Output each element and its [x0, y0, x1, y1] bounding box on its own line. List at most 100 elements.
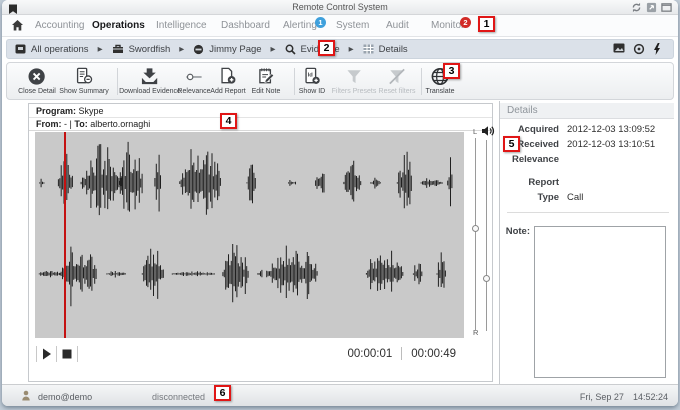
annotation-marker-5: 5 [503, 136, 520, 152]
breadcrumb-arrow-icon: ▶ [179, 45, 184, 53]
play-button[interactable] [41, 348, 53, 360]
breadcrumb-arrow-icon: ▶ [271, 45, 276, 53]
rcs-application: Remote Control System Accounting Operati… [0, 0, 680, 410]
show-summary-button[interactable]: Show Summary [59, 66, 108, 95]
details-header: Details [500, 103, 674, 119]
toolbar: Close Detail Show Summary Download Evide… [6, 62, 674, 100]
edit-note-button[interactable]: Edit Note [252, 66, 281, 95]
application-window: Remote Control System Accounting Operati… [2, 0, 678, 406]
reset-filters-button: Reset filters [379, 66, 416, 95]
time-separator [401, 347, 402, 360]
acquired-value: 2012-12-03 13:09:52 [567, 124, 655, 135]
volume-slider-track[interactable] [486, 140, 487, 331]
breadcrumb-arrow-icon: ▶ [98, 45, 103, 53]
status-date: Fri, Sep 27 [580, 392, 624, 402]
annotation-marker-1: 1 [478, 16, 495, 32]
report-label: Report [497, 177, 559, 188]
from-label: From: [36, 119, 62, 129]
edit-note-icon [255, 66, 276, 87]
annotation-marker-4: 4 [220, 113, 237, 129]
annotation-marker-6: 6 [214, 385, 231, 401]
slider-icon [183, 66, 204, 87]
funnel-icon [343, 66, 364, 87]
breadcrumb: All operations ▶ Swordfish ▶ Jimmy Page … [6, 39, 674, 59]
to-label: To: [74, 119, 87, 129]
window-icon[interactable] [661, 2, 672, 13]
channel-left-label: L [473, 127, 477, 136]
close-detail-button[interactable]: Close Detail [18, 66, 56, 95]
volume-slider-handle[interactable] [483, 275, 490, 282]
popout-icon[interactable] [646, 2, 657, 13]
home-icon[interactable] [11, 19, 24, 32]
time-current: 00:00:01 [347, 348, 392, 360]
window-title: Remote Control System [2, 2, 678, 12]
monitor-badge: 2 [460, 17, 471, 28]
relevance-slider-button[interactable]: Relevance [177, 66, 210, 95]
received-value: 2012-12-03 13:10:51 [567, 139, 655, 150]
breadcrumb-details[interactable]: Details [363, 44, 408, 55]
nav-dashboard[interactable]: Dashboard [221, 20, 270, 31]
nav-accounting[interactable]: Accounting [35, 20, 84, 31]
control-separator [36, 346, 37, 362]
nav-alerting[interactable]: Alerting [283, 20, 317, 31]
grid-icon [363, 44, 374, 54]
search-icon [285, 44, 296, 55]
funnel-reset-icon [387, 66, 408, 87]
details-rule [507, 212, 669, 213]
nav-operations[interactable]: Operations [92, 20, 145, 31]
time-total: 00:00:49 [411, 348, 456, 360]
to-value: alberto.ornaghi [90, 119, 150, 129]
show-id-button[interactable]: Id Show ID [299, 66, 325, 95]
program-label: Program: [36, 106, 76, 116]
breadcrumb-jimmy-page[interactable]: Jimmy Page [193, 44, 261, 55]
playhead[interactable] [64, 132, 66, 338]
download-icon [140, 66, 161, 87]
operation-case-icon [112, 44, 124, 54]
image-icon[interactable] [613, 43, 625, 55]
breadcrumb-swordfish[interactable]: Swordfish [112, 44, 171, 55]
alerting-badge: 1 [315, 17, 326, 28]
close-circle-icon [27, 66, 48, 87]
add-report-button[interactable]: Add Report [210, 66, 245, 95]
type-label: Type [497, 192, 559, 203]
nav-audit[interactable]: Audit [386, 20, 409, 31]
relevance-label: Relevance [497, 154, 559, 165]
breadcrumb-arrow-icon: ▶ [349, 45, 354, 53]
download-evidence-button[interactable]: Download Evidence [119, 66, 181, 95]
gear-icon[interactable] [633, 43, 645, 55]
main-content: Program: Skype From: - | To: alberto.orn… [2, 101, 678, 384]
from-value: - [64, 119, 67, 129]
nav-intelligence[interactable]: Intelligence [156, 20, 207, 31]
toolbar-separator [117, 68, 118, 95]
annotation-marker-2: 2 [318, 40, 335, 56]
annotation-marker-3: 3 [443, 63, 460, 79]
balance-slider-track[interactable] [475, 138, 476, 331]
type-value: Call [567, 192, 583, 203]
add-report-icon [217, 66, 238, 87]
program-row: Program: Skype [29, 104, 492, 118]
note-textarea[interactable] [534, 226, 666, 378]
user-icon [21, 390, 31, 401]
refresh-icon[interactable] [631, 2, 642, 13]
title-bar: Remote Control System [2, 0, 678, 15]
toolbar-separator [294, 68, 295, 95]
speaker-icon [481, 124, 495, 136]
audio-waveform[interactable] [35, 132, 464, 338]
connection-status: disconnected [152, 392, 205, 402]
stop-button[interactable] [61, 348, 73, 360]
lightning-icon[interactable] [653, 43, 665, 55]
status-time: 14:52:24 [633, 392, 668, 402]
main-nav: Accounting Operations Intelligence Dashb… [2, 15, 678, 37]
time-display: 00:00:01 00:00:49 [347, 347, 456, 360]
acquired-label: Acquired [497, 124, 559, 135]
filters-presets-button: Filters Presets [332, 66, 377, 95]
toolbar-separator [421, 68, 422, 95]
evidence-detail-panel: Program: Skype From: - | To: alberto.orn… [28, 103, 493, 382]
logged-user: demo@demo [38, 392, 92, 402]
target-icon [193, 44, 204, 55]
operations-icon [15, 44, 26, 54]
nav-system[interactable]: System [336, 20, 369, 31]
breadcrumb-all-operations[interactable]: All operations [15, 44, 89, 55]
from-to-separator: | [70, 119, 72, 129]
balance-slider-handle[interactable] [472, 225, 479, 232]
